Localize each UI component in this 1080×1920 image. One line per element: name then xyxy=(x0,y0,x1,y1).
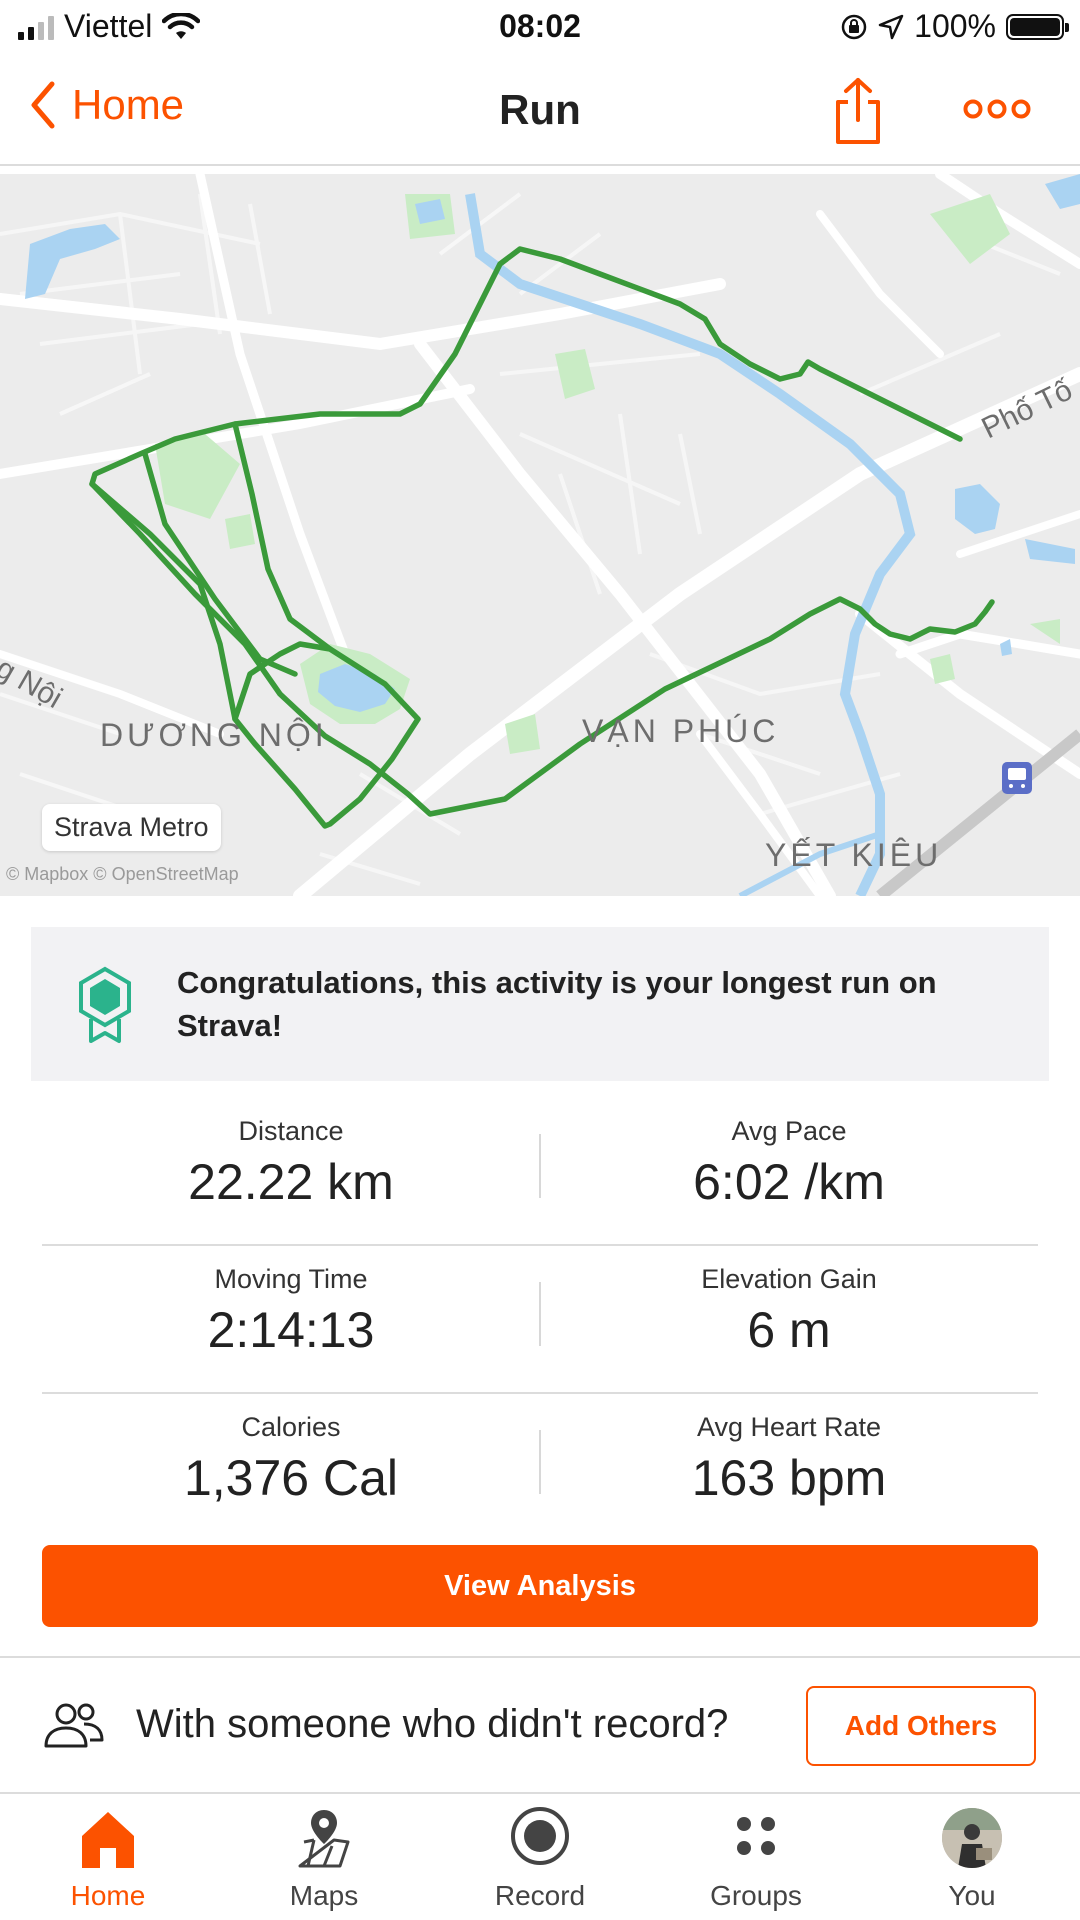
people-icon xyxy=(44,1703,104,1748)
add-others-prompt: With someone who didn't record? xyxy=(136,1702,729,1746)
status-right: 100% xyxy=(840,8,1069,45)
maps-icon xyxy=(298,1810,350,1868)
back-button[interactable]: Home xyxy=(28,80,184,130)
nav-bar: Home Run xyxy=(0,58,1080,166)
stat-row: Moving Time 2:14:13 Elevation Gain 6 m xyxy=(42,1246,1038,1394)
stat-value: 163 bpm xyxy=(691,1450,887,1506)
stat-label: Moving Time xyxy=(214,1264,368,1294)
map-canvas: DƯƠNG NỘI VẠN PHÚC YẾT KIÊU Phố Tố g Nội xyxy=(0,174,1080,896)
stat-elevation-gain: Elevation Gain 6 m xyxy=(540,1264,1038,1359)
tab-record[interactable]: Record xyxy=(465,1806,615,1918)
stat-value: 6 m xyxy=(747,1302,831,1358)
stat-row: Calories 1,376 Cal Avg Heart Rate 163 bp… xyxy=(42,1394,1038,1542)
location-arrow-icon xyxy=(878,14,904,39)
stat-value: 22.22 km xyxy=(188,1154,394,1210)
stat-avg-pace: Avg Pace 6:02 /km xyxy=(540,1116,1038,1211)
stat-value: 2:14:13 xyxy=(207,1302,375,1358)
stat-distance: Distance 22.22 km xyxy=(42,1116,540,1211)
metro-station-icon xyxy=(1002,762,1032,794)
strava-metro-badge[interactable]: Strava Metro xyxy=(42,804,221,851)
stat-value: 1,376 Cal xyxy=(183,1450,399,1506)
tab-maps[interactable]: Maps xyxy=(249,1806,399,1918)
map-label-duong-noi: DƯƠNG NỘI xyxy=(100,717,328,753)
stat-label: Elevation Gain xyxy=(701,1264,877,1294)
battery-icon xyxy=(1006,13,1069,40)
achievement-banner: Congratulations, this activity is your l… xyxy=(31,927,1049,1081)
tab-you[interactable]: You xyxy=(897,1806,1047,1918)
avatar xyxy=(942,1808,1002,1868)
share-icon[interactable] xyxy=(830,76,886,146)
tab-groups[interactable]: Groups xyxy=(681,1806,831,1918)
tab-bar: Home Maps Record Groups You xyxy=(0,1792,1080,1920)
map-label-yet-kieu: YẾT KIÊU xyxy=(765,837,942,873)
battery-percent: 100% xyxy=(914,8,996,44)
stat-label: Avg Pace xyxy=(731,1116,847,1146)
tab-label: Home xyxy=(70,1880,146,1911)
home-icon xyxy=(82,1812,134,1868)
record-icon xyxy=(511,1807,569,1865)
route-map[interactable]: DƯƠNG NỘI VẠN PHÚC YẾT KIÊU Phố Tố g Nội… xyxy=(0,174,1080,896)
map-attribution[interactable]: © Mapbox © OpenStreetMap xyxy=(6,864,239,885)
tab-home[interactable]: Home xyxy=(33,1806,183,1918)
wifi-icon xyxy=(162,12,201,39)
back-label: Home xyxy=(72,81,185,128)
stat-value: 6:02 /km xyxy=(693,1154,885,1210)
achievement-text: Congratulations, this activity is your l… xyxy=(177,965,937,1043)
add-others-section: With someone who didn't record? Add Othe… xyxy=(0,1658,1080,1792)
stat-label: Distance xyxy=(238,1116,344,1146)
orientation-lock-icon xyxy=(841,14,867,39)
stat-label: Avg Heart Rate xyxy=(696,1412,882,1442)
avatar-image xyxy=(942,1808,1002,1868)
groups-icon xyxy=(737,1817,775,1855)
tab-label: Groups xyxy=(710,1880,802,1911)
stat-calories: Calories 1,376 Cal xyxy=(42,1412,540,1507)
status-left: Viettel xyxy=(18,8,201,45)
carrier-label: Viettel xyxy=(64,8,153,44)
stat-avg-heart-rate: Avg Heart Rate 163 bpm xyxy=(540,1412,1038,1507)
map-label-van-phuc: VẠN PHÚC xyxy=(582,713,779,749)
chevron-left-icon xyxy=(31,81,55,129)
tab-label: Maps xyxy=(289,1880,359,1911)
tab-label: Record xyxy=(494,1880,586,1911)
more-icon[interactable] xyxy=(962,94,1032,124)
tab-label: You xyxy=(948,1880,996,1911)
battery-fill xyxy=(1010,17,1060,36)
view-analysis-button[interactable]: View Analysis xyxy=(42,1545,1038,1627)
stat-moving-time: Moving Time 2:14:13 xyxy=(42,1264,540,1359)
achievement-badge-icon xyxy=(79,966,131,1043)
signal-icon xyxy=(18,14,54,40)
add-others-button[interactable]: Add Others xyxy=(806,1686,1036,1766)
stat-row: Distance 22.22 km Avg Pace 6:02 /km xyxy=(42,1098,1038,1246)
activity-stats: Distance 22.22 km Avg Pace 6:02 /km Movi… xyxy=(42,1098,1038,1542)
status-bar: Viettel 08:02 100% xyxy=(0,0,1080,52)
stat-label: Calories xyxy=(241,1412,341,1442)
